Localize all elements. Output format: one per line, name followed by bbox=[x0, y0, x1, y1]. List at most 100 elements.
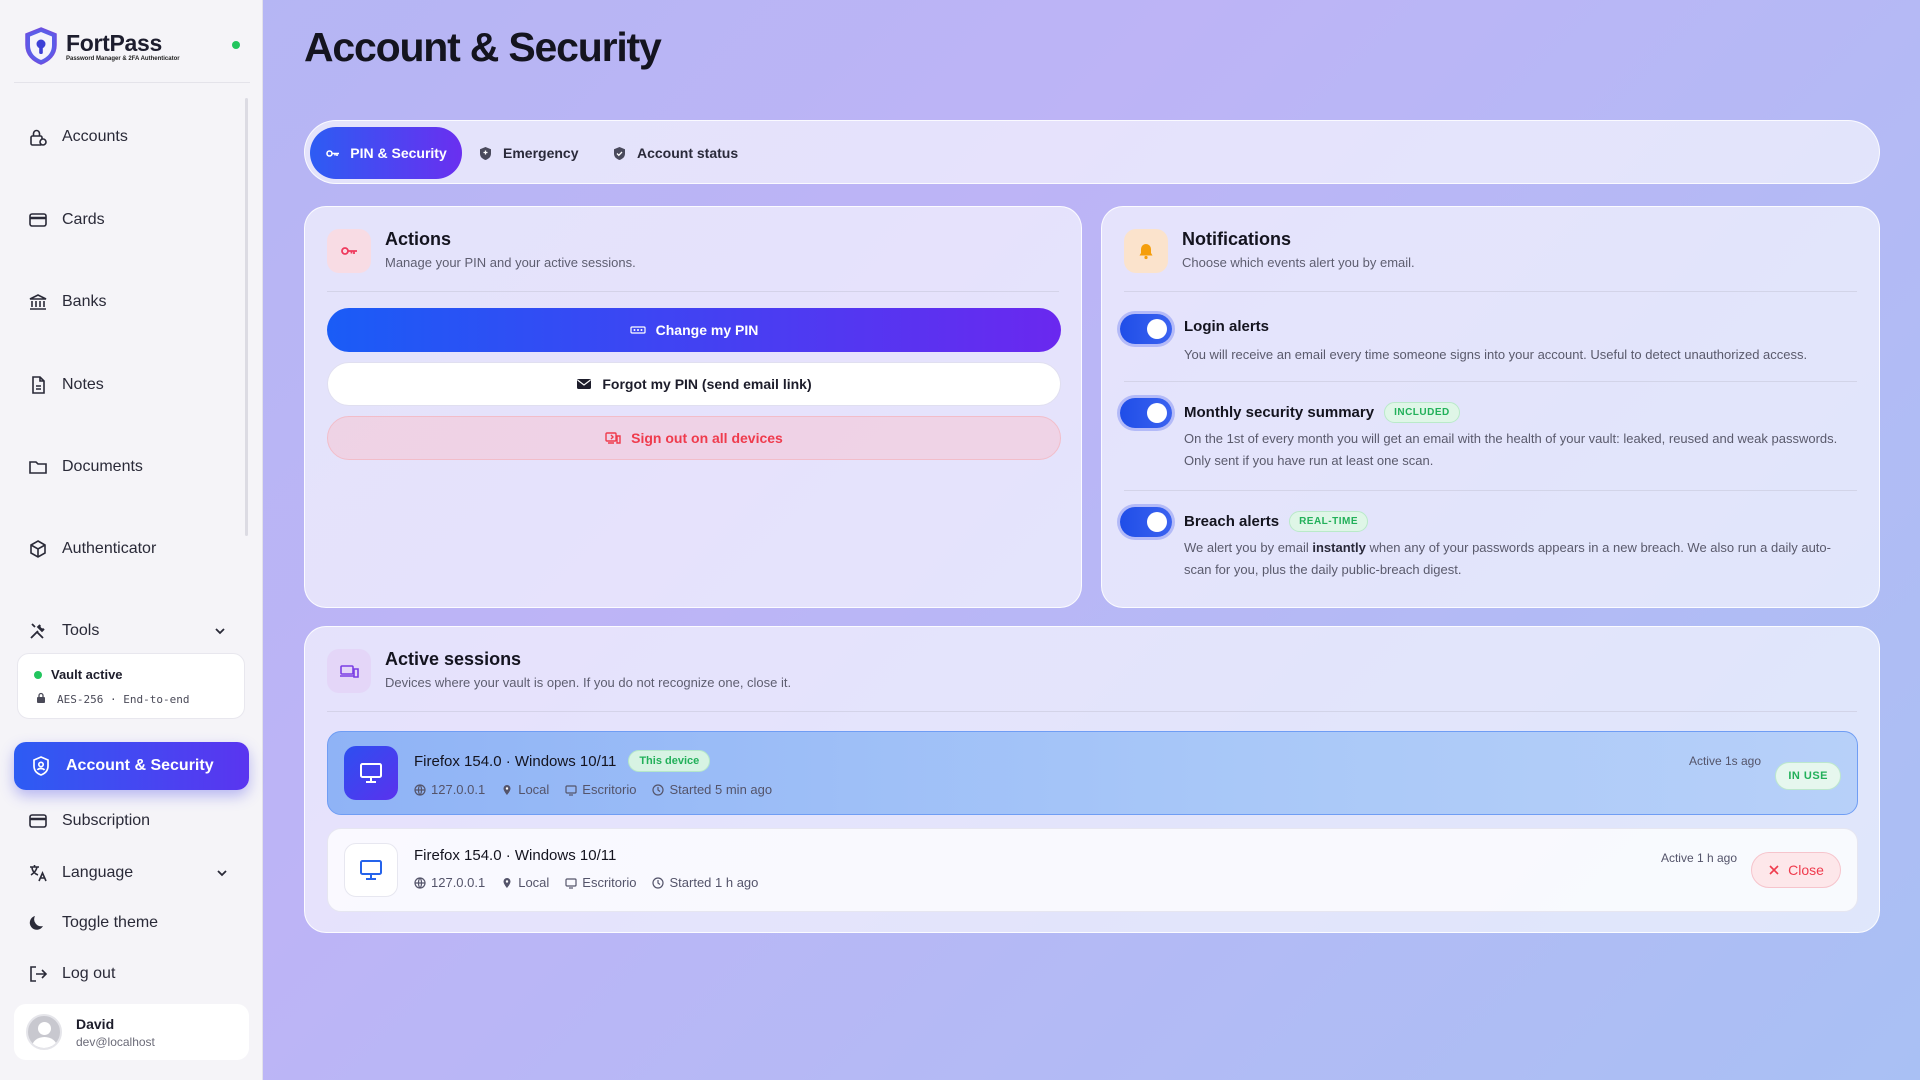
key-icon bbox=[326, 149, 340, 157]
tab-label: Emergency bbox=[503, 145, 579, 161]
notification-title: Login alerts bbox=[1184, 318, 1270, 335]
user-profile[interactable]: David dev@localhost bbox=[14, 1004, 249, 1060]
key-icon bbox=[341, 247, 357, 255]
sidebar-item-label: Log out bbox=[62, 965, 116, 982]
sidebar-item-accounts[interactable]: Accounts bbox=[28, 125, 128, 149]
divider bbox=[1124, 291, 1857, 292]
notifications-card-icon bbox=[1124, 229, 1168, 273]
session-device: Firefox 154.0 · Windows 10/11 bbox=[414, 847, 617, 864]
brand[interactable]: FortPass Password Manager & 2FA Authenti… bbox=[22, 26, 180, 66]
card-icon bbox=[29, 814, 47, 828]
vault-status-dot bbox=[34, 671, 42, 679]
monthly-summary-toggle[interactable] bbox=[1120, 398, 1172, 428]
session-started: Started 5 min ago bbox=[652, 782, 772, 797]
lock-icon bbox=[37, 692, 45, 703]
notification-login-alerts: Login alerts You will receive an email e… bbox=[1120, 314, 1857, 374]
vault-title: Vault active bbox=[51, 667, 123, 682]
session-location-value: Local bbox=[518, 782, 550, 797]
sidebar-item-authenticator[interactable]: Authenticator bbox=[28, 537, 156, 561]
shield-icon bbox=[480, 146, 491, 160]
sidebar-item-tools[interactable]: Tools bbox=[28, 619, 228, 643]
sidebar-item-log-out[interactable]: Log out bbox=[28, 962, 115, 986]
user-email: dev@localhost bbox=[76, 1034, 155, 1049]
card-subtitle: Devices where your vault is open. If you… bbox=[385, 675, 792, 690]
close-session-button[interactable]: Close bbox=[1751, 852, 1841, 888]
notification-description: We alert you by email instantly when any… bbox=[1184, 537, 1857, 581]
login-alerts-toggle[interactable] bbox=[1120, 314, 1172, 344]
sidebar-item-label: Banks bbox=[62, 293, 107, 310]
actions-card: Actions Manage your PIN and your active … bbox=[304, 206, 1082, 608]
session-location: Local bbox=[501, 875, 549, 890]
monitor-icon bbox=[565, 877, 577, 889]
pin-icon bbox=[503, 784, 511, 795]
active-sessions-card: Active sessions Devices where your vault… bbox=[304, 626, 1880, 933]
devices-logout-icon bbox=[605, 432, 621, 444]
included-badge: INCLUDED bbox=[1384, 402, 1460, 423]
tab-account-status[interactable]: Account status bbox=[612, 127, 738, 179]
sidebar-item-label: Language bbox=[62, 864, 134, 881]
button-label: Close bbox=[1788, 862, 1824, 878]
session-started: Started 1 h ago bbox=[652, 875, 758, 890]
notifications-card: Notifications Choose which events alert … bbox=[1101, 206, 1880, 608]
button-label: Sign out on all devices bbox=[631, 430, 783, 446]
tools-icon bbox=[30, 623, 45, 639]
sidebar-item-toggle-theme[interactable]: Toggle theme bbox=[28, 911, 158, 935]
sidebar-item-account-security[interactable]: Account & Security bbox=[14, 742, 249, 790]
avatar bbox=[26, 1014, 62, 1050]
online-status-dot bbox=[232, 41, 240, 49]
note-icon bbox=[32, 376, 45, 394]
actions-card-icon bbox=[327, 229, 371, 273]
credit-card-icon bbox=[29, 213, 47, 227]
translate-icon bbox=[30, 865, 47, 882]
notification-monthly-summary: Monthly security summary INCLUDED On the… bbox=[1120, 398, 1857, 478]
sidebar-item-label: Authenticator bbox=[62, 540, 157, 557]
divider bbox=[14, 82, 250, 83]
sidebar-item-cards[interactable]: Cards bbox=[28, 208, 105, 232]
card-subtitle: Choose which events alert you by email. bbox=[1182, 255, 1415, 270]
sidebar-item-banks[interactable]: Banks bbox=[28, 290, 106, 314]
logout-icon bbox=[30, 966, 48, 982]
tab-bar: PIN & Security Emergency Account status bbox=[304, 120, 1880, 184]
tab-emergency[interactable]: Emergency bbox=[478, 127, 578, 179]
breach-alerts-toggle[interactable] bbox=[1120, 507, 1172, 537]
session-meta: 127.0.0.1 Local Escritorio Started 1 h a… bbox=[414, 875, 758, 890]
card-subtitle: Manage your PIN and your active sessions… bbox=[385, 255, 636, 270]
sidebar-item-language[interactable]: Language bbox=[28, 861, 230, 885]
button-label: Forgot my PIN (send email link) bbox=[602, 376, 812, 392]
envelope-icon bbox=[577, 379, 592, 389]
sign-out-all-button[interactable]: Sign out on all devices bbox=[327, 416, 1061, 460]
brand-name: FortPass bbox=[66, 29, 163, 56]
close-icon bbox=[1769, 865, 1779, 875]
forgot-pin-button[interactable]: Forgot my PIN (send email link) bbox=[327, 362, 1061, 406]
shield-user-icon bbox=[33, 756, 49, 776]
session-row: Firefox 154.0 · Windows 10/11 127.0.0.1 … bbox=[327, 828, 1858, 912]
session-type-value: Escritorio bbox=[582, 782, 637, 797]
session-ip-value: 127.0.0.1 bbox=[431, 875, 486, 890]
user-name: David bbox=[76, 1015, 115, 1032]
notification-title: Monthly security summary bbox=[1184, 404, 1375, 421]
sidebar-item-notes[interactable]: Notes bbox=[28, 373, 104, 397]
card-title: Notifications bbox=[1182, 229, 1292, 249]
sidebar-scrollbar[interactable] bbox=[245, 98, 248, 536]
session-location: Local bbox=[501, 782, 549, 797]
page-title: Account & Security bbox=[304, 24, 662, 70]
bank-icon bbox=[29, 294, 47, 310]
desktop-icon-wrap bbox=[344, 746, 398, 800]
sidebar-item-label: Notes bbox=[62, 376, 104, 393]
sidebar-item-documents[interactable]: Documents bbox=[28, 455, 143, 479]
bell-icon bbox=[1139, 244, 1153, 260]
sidebar-item-label: Subscription bbox=[62, 812, 151, 829]
tab-pin-security[interactable]: PIN & Security bbox=[310, 127, 462, 179]
change-pin-button[interactable]: Change my PIN bbox=[327, 308, 1061, 352]
chevron-down-icon bbox=[215, 628, 225, 635]
cube-icon bbox=[30, 540, 46, 558]
session-type: Escritorio bbox=[565, 875, 636, 890]
session-location-value: Local bbox=[518, 875, 550, 890]
notification-title: Breach alerts bbox=[1184, 513, 1280, 530]
chevron-down-icon bbox=[217, 870, 227, 877]
sidebar-item-subscription[interactable]: Subscription bbox=[28, 809, 150, 833]
session-started-value: Started 1 h ago bbox=[669, 875, 759, 890]
clock-icon bbox=[652, 876, 665, 889]
clock-icon bbox=[652, 783, 665, 796]
divider bbox=[1124, 381, 1857, 382]
